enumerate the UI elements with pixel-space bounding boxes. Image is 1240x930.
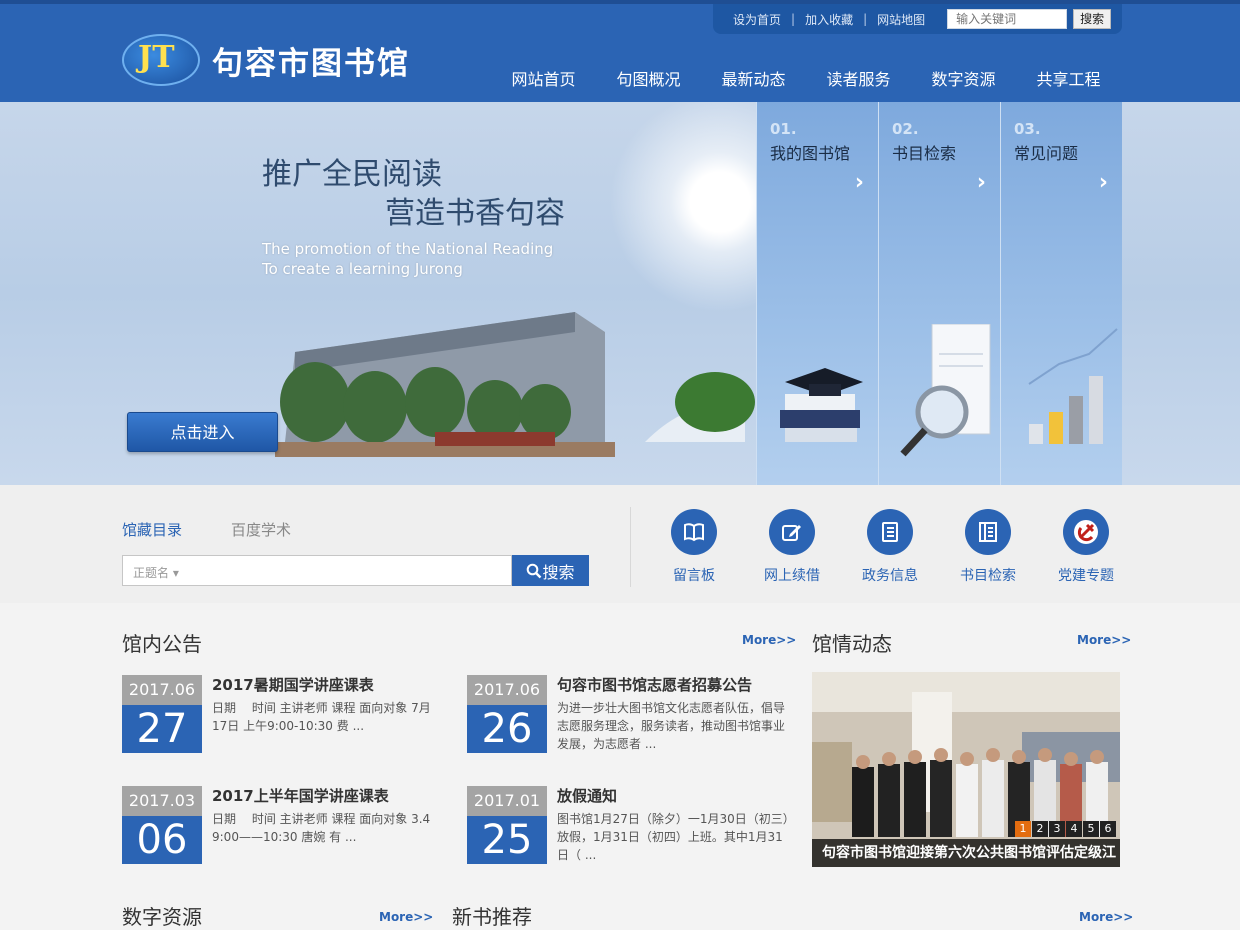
card-my-library[interactable]: 01. 我的图书馆 ›: [756, 102, 878, 485]
quicklink-catalog-search[interactable]: 书目检索: [939, 509, 1037, 585]
hero-banner: 推广全民阅读 营造书香句容 The promotion of the Natio…: [0, 102, 1240, 485]
date-badge: 2017.06 26: [467, 675, 547, 753]
notice-excerpt: 图书馆1月27日（除夕）一1月30日（初三）放假，1月31日（初四）上班。其中1…: [557, 812, 789, 862]
notice-item[interactable]: 2017.06 27 2017暑期国学讲座课表 日期 时间 主讲老师 课程 面向…: [122, 675, 442, 755]
notice-item[interactable]: 2017.01 25 放假通知 图书馆1月27日（除夕）一1月30日（初三）放假…: [467, 785, 789, 866]
nav-home[interactable]: 网站首页: [491, 66, 596, 90]
slideshow-pager: 1 2 3 4 5 6: [1014, 821, 1116, 837]
nav-about[interactable]: 句图概况: [596, 66, 701, 90]
enter-button[interactable]: 点击进入: [127, 412, 278, 452]
news-more-link[interactable]: More>>: [1077, 633, 1131, 647]
digital-resources-title: 数字资源: [122, 905, 202, 929]
notebook-icon: [867, 509, 913, 555]
notice-excerpt: 日期 时间 主讲老师 课程 面向对象 7月17日 上午9:00-10:30 费 …: [212, 701, 431, 733]
banner-english-2: To create a learning Jurong: [262, 260, 463, 278]
card-number: 02.: [892, 120, 919, 138]
card-title: 书目检索: [892, 144, 957, 163]
bar-chart-3d-icon: [1028, 328, 1118, 444]
nav-news[interactable]: 最新动态: [701, 66, 806, 90]
banner-english-1: The promotion of the National Reading: [262, 240, 554, 258]
notice-title[interactable]: 放假通知: [557, 785, 617, 806]
chevron-right-icon: ›: [854, 170, 864, 195]
date-badge: 2017.03 06: [122, 786, 202, 864]
set-homepage-link[interactable]: 设为首页: [733, 11, 781, 28]
nav-digital-resources[interactable]: 数字资源: [911, 66, 1016, 90]
pager-dot[interactable]: 4: [1066, 821, 1082, 837]
banner-slogan-2: 营造书香句容: [385, 196, 565, 231]
catalog-search-field[interactable]: 正题名 ▾: [122, 555, 512, 586]
graduation-cap-books-icon: [780, 368, 863, 442]
card-title: 常见问题: [1014, 144, 1079, 163]
quicklink-online-renewal[interactable]: 网上续借: [743, 509, 841, 585]
banner-slogan-1: 推广全民阅读: [262, 157, 442, 192]
pager-dot[interactable]: 1: [1015, 821, 1031, 837]
tab-baidu-scholar[interactable]: 百度学术: [231, 519, 291, 540]
quick-links: 留言板 网上续借 政务信息 书目检索 党建专题: [645, 509, 1135, 585]
edit-icon: [769, 509, 815, 555]
date-badge: 2017.06 27: [122, 675, 202, 753]
chevron-right-icon: ›: [1098, 170, 1108, 195]
new-books-more-link[interactable]: More>>: [1079, 910, 1133, 924]
news-title: 馆情动态: [812, 632, 892, 656]
date-badge: 2017.01 25: [467, 786, 547, 864]
notice-title[interactable]: 2017上半年国学讲座课表: [212, 785, 389, 806]
keyword-search-button[interactable]: 搜索: [1073, 9, 1112, 29]
pager-dot[interactable]: 5: [1083, 821, 1099, 837]
notices-more-link[interactable]: More>>: [742, 633, 796, 647]
news-slideshow[interactable]: 1 2 3 4 5 6 句容市图书馆迎接第六次公共图书馆评估定级江: [812, 672, 1120, 867]
site-name: 句容市图书馆: [212, 45, 410, 82]
notice-title[interactable]: 句容市图书馆志愿者招募公告: [557, 674, 752, 695]
add-favorite-link[interactable]: 加入收藏: [805, 11, 853, 28]
chevron-right-icon: ›: [976, 170, 986, 195]
library-logo-emblem: JT: [122, 34, 200, 86]
separator: |: [863, 12, 868, 26]
card-faq[interactable]: 03. 常见问题 ›: [1000, 102, 1122, 485]
new-books-title: 新书推荐: [452, 905, 532, 929]
pager-dot[interactable]: 6: [1100, 821, 1116, 837]
nav-reader-services[interactable]: 读者服务: [806, 66, 911, 90]
divider: [630, 507, 631, 587]
digital-resources-more-link[interactable]: More>>: [379, 910, 433, 924]
quicklink-message-board[interactable]: 留言板: [645, 509, 743, 585]
card-catalog-search[interactable]: 02. 书目检索 ›: [878, 102, 1000, 485]
slideshow-caption[interactable]: 句容市图书馆迎接第六次公共图书馆评估定级江: [812, 839, 1120, 867]
library-building-illustration: [275, 312, 755, 457]
site-map-link[interactable]: 网站地图: [877, 11, 925, 28]
notices-title: 馆内公告: [122, 632, 202, 656]
search-field-selector[interactable]: 正题名: [133, 566, 169, 580]
open-book-icon: [671, 509, 717, 555]
catalog-search-button[interactable]: 搜索: [512, 555, 589, 586]
search-icon: [527, 563, 542, 578]
pager-dot[interactable]: 3: [1049, 821, 1065, 837]
notice-item[interactable]: 2017.06 26 句容市图书馆志愿者招募公告 为进一步壮大图书馆文化志愿者队…: [467, 675, 787, 755]
hammer-sickle-icon: [1063, 509, 1109, 555]
pager-dot[interactable]: 2: [1032, 821, 1048, 837]
site-header: 设为首页 | 加入收藏 | 网站地图 搜索 JT 句容市图书馆 网站首页 句图概…: [0, 0, 1240, 102]
notice-excerpt: 日期 时间 主讲老师 课程 面向对象 3.4 9:00——10:30 唐婉 有 …: [212, 812, 431, 844]
card-title: 我的图书馆: [770, 144, 851, 163]
notice-excerpt: 为进一步壮大图书馆文化志愿者队伍，倡导志愿服务理念，服务读者，推动图书馆事业发展…: [557, 701, 786, 751]
search-strip: 馆藏目录 百度学术 正题名 ▾ 搜索 留言板 网上续借 政务信息 书目检索 党建…: [0, 485, 1240, 603]
separator: |: [791, 12, 796, 26]
group-photo: [812, 672, 1120, 867]
nav-sharing-project[interactable]: 共享工程: [1016, 66, 1121, 90]
site-logo[interactable]: JT 句容市图书馆: [122, 34, 410, 86]
main-nav: 网站首页 句图概况 最新动态 读者服务 数字资源 共享工程: [491, 66, 1121, 90]
caret-down-icon: ▾: [172, 566, 179, 580]
card-number: 03.: [1014, 120, 1041, 138]
quicklink-party-building[interactable]: 党建专题: [1037, 509, 1135, 585]
notice-item[interactable]: 2017.03 06 2017上半年国学讲座课表 日期 时间 主讲老师 课程 面…: [122, 786, 442, 866]
list-book-icon: [965, 509, 1011, 555]
top-utility-bar: 设为首页 | 加入收藏 | 网站地图 搜索: [713, 4, 1122, 34]
notice-title[interactable]: 2017暑期国学讲座课表: [212, 674, 374, 695]
clipboard-magnifier-icon: [900, 324, 991, 457]
quicklink-government-info[interactable]: 政务信息: [841, 509, 939, 585]
search-button-label: 搜索: [542, 562, 575, 582]
tab-library-catalog[interactable]: 馆藏目录: [122, 519, 182, 540]
feature-cards: 01. 我的图书馆 › 02. 书目检索 › 03. 常见问题 ›: [756, 102, 1122, 485]
keyword-search-input[interactable]: [947, 9, 1068, 29]
card-number: 01.: [770, 120, 797, 138]
